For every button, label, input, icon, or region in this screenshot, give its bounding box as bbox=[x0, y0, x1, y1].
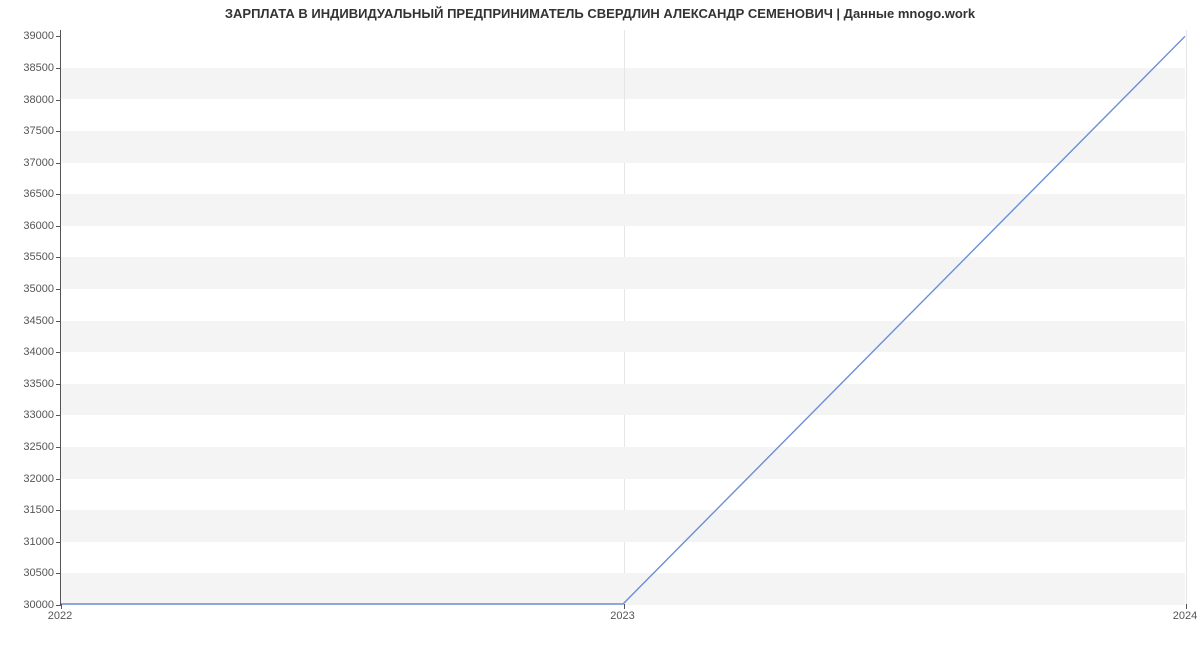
x-tick-label: 2022 bbox=[48, 610, 72, 622]
y-tick-mark bbox=[56, 257, 61, 258]
y-tick-label: 32000 bbox=[4, 473, 54, 485]
x-tick-mark bbox=[61, 604, 62, 609]
y-tick-label: 33000 bbox=[4, 409, 54, 421]
y-tick-mark bbox=[56, 226, 61, 227]
y-tick-mark bbox=[56, 542, 61, 543]
y-tick-mark bbox=[56, 163, 61, 164]
x-tick-mark bbox=[624, 604, 625, 609]
y-tick-mark bbox=[56, 131, 61, 132]
x-tick-label: 2024 bbox=[1173, 610, 1197, 622]
y-tick-mark bbox=[56, 289, 61, 290]
y-tick-mark bbox=[56, 479, 61, 480]
line-layer bbox=[61, 30, 1185, 604]
vertical-gridline bbox=[1186, 30, 1187, 604]
y-tick-mark bbox=[56, 510, 61, 511]
y-tick-label: 38000 bbox=[4, 94, 54, 106]
chart-title: ЗАРПЛАТА В ИНДИВИДУАЛЬНЫЙ ПРЕДПРИНИМАТЕЛ… bbox=[0, 6, 1200, 21]
y-tick-label: 37000 bbox=[4, 157, 54, 169]
y-tick-label: 32500 bbox=[4, 441, 54, 453]
y-tick-label: 39000 bbox=[4, 30, 54, 42]
y-tick-mark bbox=[56, 194, 61, 195]
y-tick-label: 34000 bbox=[4, 346, 54, 358]
y-tick-label: 36000 bbox=[4, 220, 54, 232]
salary-chart: ЗАРПЛАТА В ИНДИВИДУАЛЬНЫЙ ПРЕДПРИНИМАТЕЛ… bbox=[0, 0, 1200, 650]
y-tick-mark bbox=[56, 352, 61, 353]
y-tick-mark bbox=[56, 68, 61, 69]
y-tick-label: 36500 bbox=[4, 188, 54, 200]
y-tick-mark bbox=[56, 36, 61, 37]
y-tick-label: 30000 bbox=[4, 599, 54, 611]
x-tick-label: 2023 bbox=[610, 610, 634, 622]
y-tick-label: 37500 bbox=[4, 125, 54, 137]
y-tick-label: 31500 bbox=[4, 504, 54, 516]
x-tick-mark bbox=[1186, 604, 1187, 609]
salary-series-line bbox=[61, 36, 1185, 604]
y-tick-mark bbox=[56, 321, 61, 322]
y-tick-label: 35500 bbox=[4, 251, 54, 263]
y-tick-mark bbox=[56, 415, 61, 416]
y-tick-mark bbox=[56, 100, 61, 101]
y-tick-label: 30500 bbox=[4, 567, 54, 579]
plot-area bbox=[60, 30, 1185, 605]
y-tick-label: 34500 bbox=[4, 315, 54, 327]
y-tick-mark bbox=[56, 447, 61, 448]
y-tick-label: 35000 bbox=[4, 283, 54, 295]
y-tick-mark bbox=[56, 384, 61, 385]
y-tick-label: 31000 bbox=[4, 536, 54, 548]
y-tick-mark bbox=[56, 573, 61, 574]
y-tick-label: 33500 bbox=[4, 378, 54, 390]
y-tick-label: 38500 bbox=[4, 62, 54, 74]
